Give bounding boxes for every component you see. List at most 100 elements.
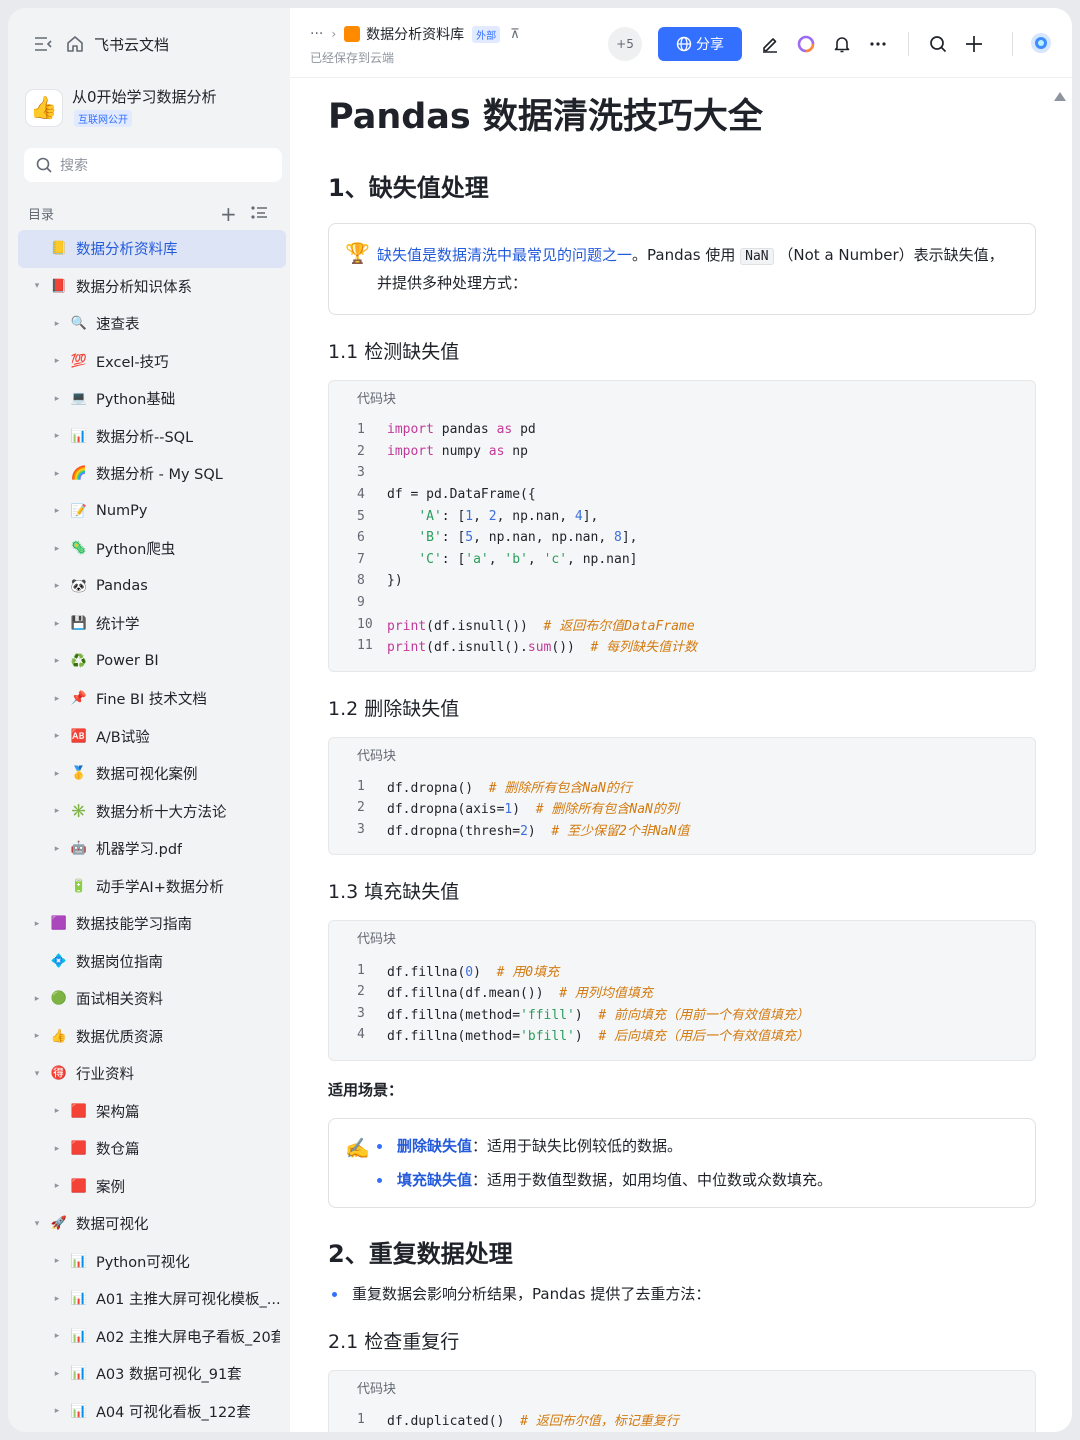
sidebar-item[interactable]: ▸ 💯 Excel-技巧 <box>18 343 286 381</box>
chevron-right-icon[interactable]: ▸ <box>32 919 42 929</box>
chevron-right-icon[interactable]: ▸ <box>52 1331 62 1341</box>
space-card[interactable]: 👍 从0开始学习数据分析 互联网公开 <box>26 86 282 142</box>
sidebar-item-label: 数据分析 - My SQL <box>96 467 223 484</box>
chevron-right-icon[interactable]: ▸ <box>32 1031 42 1041</box>
sidebar-item[interactable]: ▸ 👍 数据优质资源 <box>18 1018 286 1056</box>
add-page-icon[interactable]: + <box>220 202 237 226</box>
code-text: print(df.isnull()) # 返回布尔值DataFrame <box>387 618 695 634</box>
sidebar-item[interactable]: ▸ 📊 A02 主推大屏电子看板_20套 <box>18 1318 286 1356</box>
sidebar-item[interactable]: ▸ 📊 A03 数据可视化_91套 <box>18 1355 286 1393</box>
chevron-right-icon[interactable]: ▸ <box>52 469 62 479</box>
sidebar-item[interactable]: ▸ 🟢 面试相关资料 <box>18 980 286 1018</box>
app-window: 飞书云文档 👍 从0开始学习数据分析 互联网公开 搜索 目录 + 📒 数据分析资料… <box>8 8 1072 1432</box>
sidebar-item[interactable]: ▸ ✳️ 数据分析十大方法论 <box>18 793 286 831</box>
sidebar-item[interactable]: ▸ 🟥 案例 <box>18 1168 286 1206</box>
chevron-right-icon[interactable]: ▸ <box>52 544 62 554</box>
document-content: Pandas 数据清洗技巧大全 1、缺失值处理 🏆 缺失值是数据清洗中最常见的问… <box>328 94 1036 1432</box>
sidebar-item[interactable]: ▸ 📊 Python可视化 <box>18 1243 286 1281</box>
sidebar-item[interactable]: 💠 数据岗位指南 <box>18 943 286 981</box>
sidebar-item[interactable]: ▸ 🆎 A/B试验 <box>18 718 286 756</box>
chevron-right-icon[interactable]: ▸ <box>52 431 62 441</box>
sidebar-item[interactable]: 🔋 动手学AI+数据分析 <box>18 868 286 906</box>
code-block[interactable]: 代码块 1 import pandas as pd 2 import numpy as… <box>328 380 1036 672</box>
chevron-right-icon[interactable]: ▸ <box>32 994 42 1004</box>
sidebar-item[interactable]: ▸ 💻 Python基础 <box>18 380 286 418</box>
chevron-right-icon[interactable]: ▸ <box>52 506 62 516</box>
sidebar-item[interactable]: ▸ 📊 A01 主推大屏可视化模板_... <box>18 1280 286 1318</box>
chevron-right-icon[interactable]: ▸ <box>52 1256 62 1266</box>
chevron-right-icon[interactable]: ▸ <box>52 1144 62 1154</box>
sidebar-item[interactable]: ▾ 📕 数据分析知识体系 <box>18 268 286 306</box>
share-button[interactable]: 分享 <box>658 27 742 61</box>
chevron-right-icon[interactable]: ▸ <box>52 1406 62 1416</box>
sidebar-item[interactable]: ▸ 🦠 Python爬虫 <box>18 530 286 568</box>
pin-icon[interactable]: ⊼ <box>510 27 520 42</box>
user-avatar[interactable] <box>1030 32 1052 54</box>
chevron-right-icon[interactable]: ▸ <box>52 731 62 741</box>
code-block[interactable]: 代码块 1 df.duplicated() # 返回布尔值，标记重复行 <box>328 1369 1036 1432</box>
code-block[interactable]: 代码块 1 df.dropna() # 删除所有包含NaN的行 2 df.dropna… <box>328 736 1036 856</box>
line-number: 5 <box>357 508 365 524</box>
page-icon: 💠 <box>50 953 68 969</box>
chevron-right-icon[interactable]: ▸ <box>52 844 62 854</box>
toc-list-icon[interactable] <box>250 205 268 221</box>
chevron-right-icon[interactable]: ▸ <box>52 1294 62 1304</box>
app-name[interactable]: 飞书云文档 <box>94 34 169 55</box>
chevron-right-icon[interactable]: ▸ <box>52 769 62 779</box>
line-number: 3 <box>357 822 365 838</box>
collapse-menu-icon[interactable] <box>34 36 52 52</box>
heading-drop-missing: 1.2 删除缺失值 <box>328 697 460 720</box>
callout-link[interactable]: 缺失值是数据清洗中最常见的问题之一 <box>377 246 632 264</box>
sidebar-item[interactable]: ▸ 🔍 速查表 <box>18 305 286 343</box>
more-breadcrumb-button[interactable]: ··· <box>310 26 323 42</box>
home-icon[interactable] <box>66 35 84 53</box>
chevron-right-icon[interactable]: ▸ <box>52 1369 62 1379</box>
chevron-right-icon[interactable]: ▸ <box>52 319 62 329</box>
sidebar-item[interactable]: ▸ 🥇 数据可视化案例 <box>18 755 286 793</box>
edit-icon[interactable] <box>760 34 780 54</box>
sidebar-item[interactable]: ▾ 🉐 行业资料 <box>18 1055 286 1093</box>
sidebar-item[interactable]: ▸ 🌈 数据分析 - My SQL <box>18 455 286 493</box>
plus-icon[interactable] <box>964 34 984 54</box>
chevron-down-icon[interactable]: ▾ <box>32 281 42 291</box>
bullet-head: 填充缺失值 <box>397 1170 473 1189</box>
sidebar-item-label: 案例 <box>96 1179 125 1196</box>
sidebar-item[interactable]: ▸ 📊 A04 可视化看板_122套 <box>18 1393 286 1431</box>
page-icon: 📌 <box>70 691 88 707</box>
chevron-right-icon[interactable]: ▸ <box>52 394 62 404</box>
code-block[interactable]: 代码块 1 df.fillna(0) # 用0填充 2 df.fillna(df.me… <box>328 920 1036 1061</box>
sidebar-item[interactable]: ▸ 🤖 机器学习.pdf <box>18 830 286 868</box>
line-number: 7 <box>357 551 365 567</box>
chevron-right-icon[interactable]: ▸ <box>52 806 62 816</box>
code-text: print(df.isnull().sum()) # 每列缺失值计数 <box>387 640 698 656</box>
chevron-down-icon[interactable]: ▾ <box>32 1069 42 1079</box>
sidebar-item[interactable]: ▸ 📊 数据分析--SQL <box>18 418 286 456</box>
chevron-down-icon[interactable]: ▾ <box>32 1219 42 1229</box>
more-icon[interactable] <box>868 34 888 54</box>
sidebar-item[interactable]: ▾ 🚀 数据可视化 <box>18 1205 286 1243</box>
chevron-right-icon[interactable]: ▸ <box>52 619 62 629</box>
search-icon[interactable] <box>928 34 948 54</box>
chevron-right-icon[interactable]: ▸ <box>52 581 62 591</box>
scroll-up-arrow[interactable] <box>1054 92 1066 101</box>
sidebar-item[interactable]: 📒 数据分析资料库 <box>18 230 286 268</box>
sidebar-item[interactable]: ▸ 🟥 架构篇 <box>18 1093 286 1131</box>
sidebar-item[interactable]: ▸ 📌 Fine BI 技术文档 <box>18 680 286 718</box>
collaborators-count[interactable]: +5 <box>608 27 642 61</box>
chevron-right-icon[interactable]: ▸ <box>52 656 62 666</box>
sidebar-item[interactable]: ▸ 💾 统计学 <box>18 605 286 643</box>
page-icon: 🚀 <box>50 1216 68 1232</box>
sidebar-search[interactable]: 搜索 <box>24 148 282 182</box>
bell-icon[interactable] <box>832 34 852 54</box>
sidebar-item[interactable]: ▸ 🟪 数据技能学习指南 <box>18 905 286 943</box>
chevron-right-icon[interactable]: ▸ <box>52 694 62 704</box>
sidebar-item[interactable]: ▸ 🟥 数仓篇 <box>18 1130 286 1168</box>
chevron-right-icon[interactable]: ▸ <box>52 356 62 366</box>
breadcrumb-doc-name[interactable]: 数据分析资料库 <box>366 24 464 44</box>
chevron-right-icon[interactable]: ▸ <box>52 1106 62 1116</box>
chevron-right-icon[interactable]: ▸ <box>52 1181 62 1191</box>
sidebar-item[interactable]: ▸ 📝 NumPy <box>18 493 286 531</box>
sidebar-item[interactable]: ▸ ♻️ Power BI <box>18 643 286 681</box>
sidebar-item[interactable]: ▸ 🐼 Pandas <box>18 568 286 606</box>
ai-assistant-icon[interactable] <box>796 34 816 54</box>
